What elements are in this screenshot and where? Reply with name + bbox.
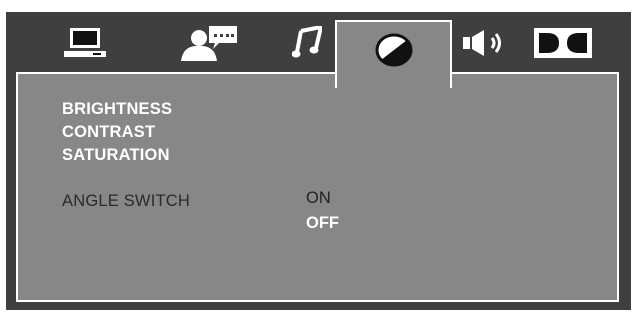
monitor-icon xyxy=(64,28,106,57)
tab-speaker[interactable] xyxy=(458,12,514,74)
tab-system[interactable] xyxy=(56,12,116,74)
tab-bar xyxy=(6,12,631,88)
menu-item-angle-switch[interactable]: ANGLE SWITCH xyxy=(62,192,190,211)
dolby-icon xyxy=(534,28,592,58)
tab-video[interactable] xyxy=(335,20,452,88)
video-settings-panel: BRIGHTNESS CONTRAST SATURATION ANGLE SWI… xyxy=(16,72,619,302)
option-off[interactable]: OFF xyxy=(306,214,339,233)
menu-item-saturation[interactable]: SATURATION xyxy=(62,146,170,165)
music-note-icon xyxy=(292,26,322,58)
menu-item-brightness[interactable]: BRIGHTNESS xyxy=(62,100,172,119)
option-on[interactable]: ON xyxy=(306,189,331,208)
tab-language[interactable] xyxy=(176,12,246,74)
person-speech-icon xyxy=(181,26,237,61)
tab-audio[interactable] xyxy=(282,12,332,74)
osd-menu: BRIGHTNESS CONTRAST SATURATION ANGLE SWI… xyxy=(6,12,631,310)
speaker-icon xyxy=(463,30,501,56)
video-adjust-icon xyxy=(375,33,412,67)
tab-dolby[interactable] xyxy=(528,12,598,74)
menu-item-contrast[interactable]: CONTRAST xyxy=(62,123,155,142)
